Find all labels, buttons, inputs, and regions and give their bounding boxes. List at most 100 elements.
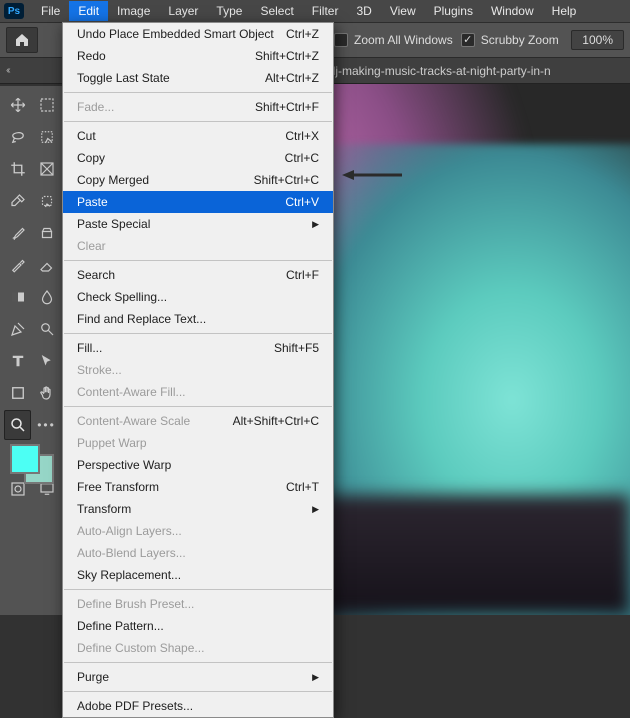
menu-item-content-aware-scale: Content-Aware Scale Alt+Shift+Ctrl+C bbox=[63, 410, 333, 432]
menu-item-adobe-pdf-presets[interactable]: Adobe PDF Presets... bbox=[63, 695, 333, 717]
menu-item-label: Auto-Align Layers... bbox=[77, 524, 182, 538]
menu-item-shortcut: Ctrl+C bbox=[285, 151, 319, 165]
menu-item-label: Content-Aware Scale bbox=[77, 414, 190, 428]
menu-item-shortcut: Ctrl+F bbox=[286, 268, 319, 282]
menu-help[interactable]: Help bbox=[543, 1, 586, 21]
zoom-tool[interactable] bbox=[4, 410, 31, 440]
menu-item-label: Stroke... bbox=[77, 363, 122, 377]
hand-tool[interactable] bbox=[33, 378, 60, 408]
frame-tool[interactable] bbox=[33, 154, 60, 184]
menu-item-shortcut: Ctrl+T bbox=[286, 480, 319, 494]
crop-tool[interactable] bbox=[4, 154, 31, 184]
quick-selection-tool[interactable] bbox=[33, 122, 60, 152]
menu-edit[interactable]: Edit bbox=[69, 1, 108, 21]
menu-item-shortcut: Alt+Shift+Ctrl+C bbox=[233, 414, 319, 428]
scrubby-zoom-option[interactable]: Scrubby Zoom bbox=[461, 33, 559, 47]
menu-item-paste-special[interactable]: Paste Special bbox=[63, 213, 333, 235]
menu-item-label: Cut bbox=[77, 129, 96, 143]
menu-layer[interactable]: Layer bbox=[159, 1, 207, 21]
menu-separator bbox=[64, 662, 332, 663]
menu-item-find-and-replace-text[interactable]: Find and Replace Text... bbox=[63, 308, 333, 330]
home-icon bbox=[14, 32, 30, 48]
dodge-tool[interactable] bbox=[33, 314, 60, 344]
menu-item-copy[interactable]: Copy Ctrl+C bbox=[63, 147, 333, 169]
menu-item-toggle-last-state[interactable]: Toggle Last StateAlt+Ctrl+Z bbox=[63, 67, 333, 89]
menu-item-transform[interactable]: Transform bbox=[63, 498, 333, 520]
zoom-value-input[interactable]: 100% bbox=[571, 30, 624, 50]
history-brush-tool[interactable] bbox=[4, 250, 31, 280]
menu-type[interactable]: Type bbox=[207, 1, 251, 21]
collapse-panels-icon[interactable]: ‹‹ bbox=[6, 65, 9, 76]
document-tab-title[interactable]: male-dj-making-music-tracks-at-night-par… bbox=[299, 64, 551, 78]
menu-item-label: Adobe PDF Presets... bbox=[77, 699, 193, 713]
menu-select[interactable]: Select bbox=[251, 1, 302, 21]
menu-item-shortcut: Shift+Ctrl+C bbox=[254, 173, 319, 187]
menu-item-check-spelling[interactable]: Check Spelling... bbox=[63, 286, 333, 308]
menu-item-label: Free Transform bbox=[77, 480, 159, 494]
color-swatches[interactable] bbox=[4, 442, 60, 488]
menu-item-define-pattern[interactable]: Define Pattern... bbox=[63, 615, 333, 637]
menu-item-label: Redo bbox=[77, 49, 106, 63]
menu-separator bbox=[64, 691, 332, 692]
menu-separator bbox=[64, 260, 332, 261]
menu-item-label: Transform bbox=[77, 502, 131, 516]
lasso-tool[interactable] bbox=[4, 122, 31, 152]
edit-menu-dropdown: Undo Place Embedded Smart ObjectCtrl+ZRe… bbox=[62, 22, 334, 718]
menu-item-label: Define Pattern... bbox=[77, 619, 164, 633]
menu-plugins[interactable]: Plugins bbox=[425, 1, 482, 21]
menu-item-sky-replacement[interactable]: Sky Replacement... bbox=[63, 564, 333, 586]
pen-tool[interactable] bbox=[4, 314, 31, 344]
menu-item-undo-place-embedded-smart-object[interactable]: Undo Place Embedded Smart ObjectCtrl+Z bbox=[63, 23, 333, 45]
menu-separator bbox=[64, 333, 332, 334]
clone-stamp-tool[interactable] bbox=[33, 218, 60, 248]
menu-window[interactable]: Window bbox=[482, 1, 543, 21]
menu-file[interactable]: File bbox=[32, 1, 69, 21]
photoshop-logo: Ps bbox=[4, 3, 24, 19]
menu-item-label: Clear bbox=[77, 239, 106, 253]
menu-item-label: Toggle Last State bbox=[77, 71, 170, 85]
menu-filter[interactable]: Filter bbox=[303, 1, 348, 21]
shape-tool[interactable] bbox=[4, 378, 31, 408]
menu-item-fill[interactable]: Fill...Shift+F5 bbox=[63, 337, 333, 359]
menu-item-shortcut: Ctrl+Z bbox=[286, 27, 319, 41]
foreground-swatch[interactable] bbox=[12, 446, 38, 472]
menu-separator bbox=[64, 92, 332, 93]
menu-item-paste[interactable]: Paste Ctrl+V bbox=[63, 191, 333, 213]
menu-item-label: Copy bbox=[77, 151, 105, 165]
menu-item-redo[interactable]: RedoShift+Ctrl+Z bbox=[63, 45, 333, 67]
menu-item-purge[interactable]: Purge bbox=[63, 666, 333, 688]
menu-item-auto-align-layers: Auto-Align Layers... bbox=[63, 520, 333, 542]
menu-item-label: Paste Special bbox=[77, 217, 150, 231]
gradient-tool[interactable] bbox=[4, 282, 31, 312]
menu-item-free-transform[interactable]: Free Transform Ctrl+T bbox=[63, 476, 333, 498]
eraser-tool[interactable] bbox=[33, 250, 60, 280]
marquee-tool[interactable] bbox=[33, 90, 60, 120]
menu-item-shortcut: Shift+F5 bbox=[274, 341, 319, 355]
menu-item-label: Check Spelling... bbox=[77, 290, 167, 304]
menu-item-label: Fade... bbox=[77, 100, 114, 114]
menu-item-search[interactable]: SearchCtrl+F bbox=[63, 264, 333, 286]
menu-item-copy-merged[interactable]: Copy MergedShift+Ctrl+C bbox=[63, 169, 333, 191]
brush-tool[interactable] bbox=[4, 218, 31, 248]
menu-item-label: Define Custom Shape... bbox=[77, 641, 204, 655]
eyedropper-tool[interactable] bbox=[4, 186, 31, 216]
menu-item-shortcut: Ctrl+V bbox=[285, 195, 319, 209]
home-button[interactable] bbox=[6, 27, 38, 53]
more-tools[interactable]: ••• bbox=[33, 410, 60, 440]
healing-brush-tool[interactable] bbox=[33, 186, 60, 216]
menu-item-clear: Clear bbox=[63, 235, 333, 257]
menu-3d[interactable]: 3D bbox=[347, 1, 380, 21]
tools-panel: ••• bbox=[0, 86, 64, 615]
blur-tool[interactable] bbox=[33, 282, 60, 312]
checkbox-checked-icon bbox=[461, 33, 475, 47]
path-selection-tool[interactable] bbox=[33, 346, 60, 376]
menu-item-label: Auto-Blend Layers... bbox=[77, 546, 186, 560]
menu-item-cut[interactable]: CutCtrl+X bbox=[63, 125, 333, 147]
menu-item-label: Paste bbox=[77, 195, 108, 209]
zoom-all-windows-option[interactable]: Zoom All Windows bbox=[334, 33, 453, 47]
menu-item-perspective-warp[interactable]: Perspective Warp bbox=[63, 454, 333, 476]
menu-image[interactable]: Image bbox=[108, 1, 159, 21]
move-tool[interactable] bbox=[4, 90, 31, 120]
type-tool[interactable] bbox=[4, 346, 31, 376]
menu-view[interactable]: View bbox=[381, 1, 425, 21]
